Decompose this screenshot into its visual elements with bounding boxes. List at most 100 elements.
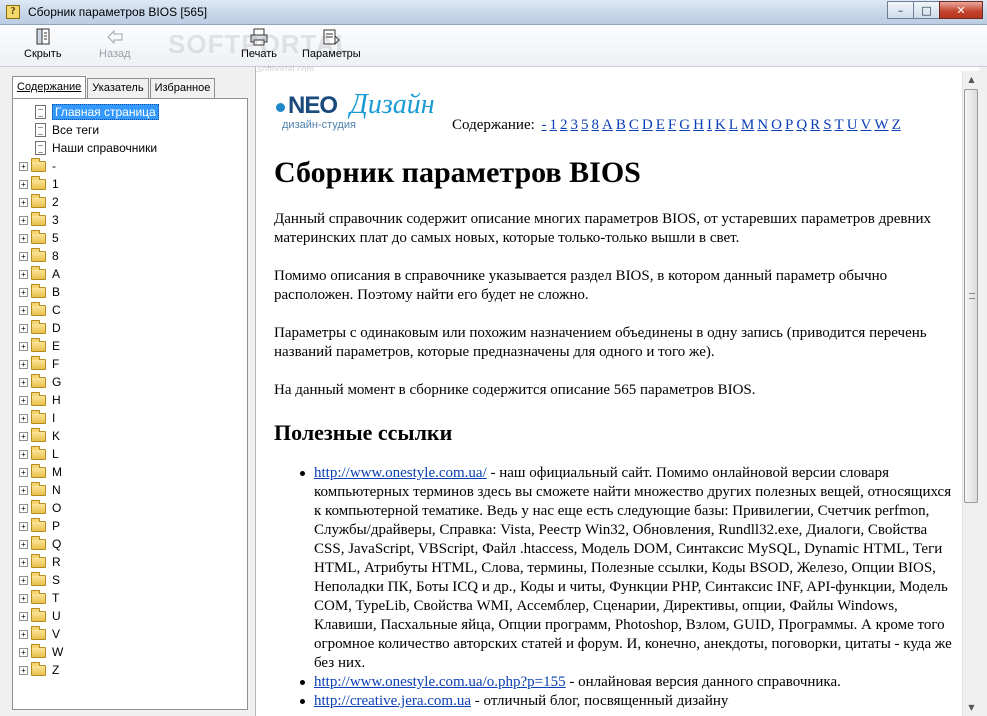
tree-folder-item[interactable]: + C bbox=[17, 301, 159, 319]
expand-plus-icon[interactable]: + bbox=[19, 503, 28, 513]
contents-index-link[interactable]: V bbox=[861, 117, 872, 133]
contents-index-link[interactable]: 1 bbox=[550, 117, 558, 133]
contents-index-link[interactable]: F bbox=[668, 117, 676, 133]
tree-folder-item[interactable]: + Q bbox=[17, 535, 159, 553]
contents-index-link[interactable]: B bbox=[616, 117, 626, 133]
expand-plus-icon[interactable]: + bbox=[19, 287, 28, 297]
expand-plus-icon[interactable]: + bbox=[19, 485, 28, 495]
tree-folder-item[interactable]: + K bbox=[17, 427, 159, 445]
expand-plus-icon[interactable]: + bbox=[19, 269, 28, 279]
expand-plus-icon[interactable]: + bbox=[19, 467, 28, 477]
tree-page-item[interactable]: Главная страница bbox=[17, 103, 159, 121]
contents-index-link[interactable]: G bbox=[679, 117, 690, 133]
expand-plus-icon[interactable]: + bbox=[19, 521, 28, 531]
contents-index-link[interactable]: L bbox=[729, 117, 738, 133]
expand-plus-icon[interactable]: + bbox=[19, 161, 28, 171]
content-scrollbar[interactable]: ▲ ▼ bbox=[962, 71, 979, 716]
expand-plus-icon[interactable]: + bbox=[19, 395, 28, 405]
scroll-thumb[interactable] bbox=[964, 89, 978, 503]
expand-plus-icon[interactable]: + bbox=[19, 629, 28, 639]
expand-plus-icon[interactable]: + bbox=[19, 665, 28, 675]
contents-index-link[interactable]: I bbox=[707, 117, 712, 133]
expand-plus-icon[interactable]: + bbox=[19, 305, 28, 315]
tree-page-item[interactable]: Наши справочники bbox=[17, 139, 159, 157]
contents-index-link[interactable]: R bbox=[810, 117, 820, 133]
tree-folder-item[interactable]: + U bbox=[17, 607, 159, 625]
expand-plus-icon[interactable]: + bbox=[19, 179, 28, 189]
tree-folder-item[interactable]: + O bbox=[17, 499, 159, 517]
tree-folder-item[interactable]: + E bbox=[17, 337, 159, 355]
expand-plus-icon[interactable]: + bbox=[19, 377, 28, 387]
contents-index-link[interactable]: N bbox=[757, 117, 768, 133]
expand-plus-icon[interactable]: + bbox=[19, 359, 28, 369]
tree-folder-item[interactable]: +2 bbox=[17, 193, 159, 211]
tab-contents[interactable]: Содержание bbox=[12, 76, 87, 98]
tree-folder-item[interactable]: + W bbox=[17, 643, 159, 661]
contents-index-link[interactable]: 5 bbox=[581, 117, 589, 133]
expand-plus-icon[interactable]: + bbox=[19, 251, 28, 261]
expand-plus-icon[interactable]: + bbox=[19, 323, 28, 333]
tree-folder-item[interactable]: + F bbox=[17, 355, 159, 373]
contents-index-link[interactable]: S bbox=[823, 117, 831, 133]
contents-index-link[interactable]: K bbox=[715, 117, 726, 133]
contents-index-link[interactable]: Z bbox=[892, 117, 901, 133]
contents-index-link[interactable]: 8 bbox=[592, 117, 600, 133]
contents-index-link[interactable]: O bbox=[771, 117, 782, 133]
contents-index-link[interactable]: A bbox=[602, 117, 613, 133]
tree-folder-item[interactable]: + N bbox=[17, 481, 159, 499]
contents-index-link[interactable]: C bbox=[629, 117, 639, 133]
maximize-button[interactable]: □ bbox=[913, 1, 940, 19]
tab-index[interactable]: Указатель bbox=[87, 78, 149, 98]
tree-folder-item[interactable]: + T bbox=[17, 589, 159, 607]
contents-index-link[interactable]: - bbox=[542, 117, 547, 133]
tree-folder-item[interactable]: + A bbox=[17, 265, 159, 283]
link-creative-blog[interactable]: http://creative.jera.com.ua bbox=[314, 693, 471, 709]
expand-plus-icon[interactable]: + bbox=[19, 413, 28, 423]
scroll-up-arrow-icon[interactable]: ▲ bbox=[963, 71, 980, 88]
neo-design-logo[interactable]: NEO Дизайн дизайн-студия bbox=[276, 89, 456, 133]
tree-folder-item[interactable]: + B bbox=[17, 283, 159, 301]
expand-plus-icon[interactable]: + bbox=[19, 611, 28, 621]
back-button[interactable]: Назад bbox=[99, 28, 131, 66]
tree-folder-item[interactable]: + Z bbox=[17, 661, 159, 679]
contents-index-link[interactable]: W bbox=[874, 117, 888, 133]
contents-index-link[interactable]: 3 bbox=[571, 117, 579, 133]
contents-index-link[interactable]: E bbox=[656, 117, 665, 133]
tree-folder-item[interactable]: + M bbox=[17, 463, 159, 481]
tree-folder-item[interactable]: +1 bbox=[17, 175, 159, 193]
tree-folder-item[interactable]: + L bbox=[17, 445, 159, 463]
minimize-button[interactable]: – bbox=[887, 1, 914, 19]
contents-index-link[interactable]: P bbox=[785, 117, 793, 133]
contents-index-link[interactable]: Q bbox=[796, 117, 807, 133]
tree-folder-item[interactable]: + D bbox=[17, 319, 159, 337]
expand-plus-icon[interactable]: + bbox=[19, 341, 28, 351]
expand-plus-icon[interactable]: + bbox=[19, 647, 28, 657]
expand-plus-icon[interactable]: + bbox=[19, 575, 28, 585]
contents-index-link[interactable]: U bbox=[847, 117, 858, 133]
tree-page-item[interactable]: Все теги bbox=[17, 121, 159, 139]
tree-folder-item[interactable]: +3 bbox=[17, 211, 159, 229]
expand-plus-icon[interactable]: + bbox=[19, 233, 28, 243]
tree-folder-item[interactable]: + H bbox=[17, 391, 159, 409]
contents-index-link[interactable]: T bbox=[835, 117, 844, 133]
tree-folder-item[interactable]: + G bbox=[17, 373, 159, 391]
tree-folder-item[interactable]: + R bbox=[17, 553, 159, 571]
contents-index-link[interactable]: H bbox=[693, 117, 704, 133]
expand-plus-icon[interactable]: + bbox=[19, 215, 28, 225]
tree-folder-item[interactable]: +5 bbox=[17, 229, 159, 247]
contents-index-link[interactable]: M bbox=[741, 117, 754, 133]
scroll-down-arrow-icon[interactable]: ▼ bbox=[963, 699, 980, 716]
close-button[interactable]: ✕ bbox=[939, 1, 983, 19]
tree-folder-item[interactable]: +8 bbox=[17, 247, 159, 265]
tree-folder-item[interactable]: + - bbox=[17, 157, 159, 175]
expand-plus-icon[interactable]: + bbox=[19, 593, 28, 603]
contents-index-link[interactable]: D bbox=[642, 117, 653, 133]
contents-index-link[interactable]: 2 bbox=[560, 117, 568, 133]
hide-button[interactable]: Скрыть bbox=[24, 28, 62, 66]
link-onestyle[interactable]: http://www.onestyle.com.ua/ bbox=[314, 465, 487, 481]
tree-folder-item[interactable]: + I bbox=[17, 409, 159, 427]
tree-folder-item[interactable]: + P bbox=[17, 517, 159, 535]
expand-plus-icon[interactable]: + bbox=[19, 557, 28, 567]
tree-folder-item[interactable]: + V bbox=[17, 625, 159, 643]
link-online-version[interactable]: http://www.onestyle.com.ua/o.php?p=155 bbox=[314, 674, 566, 690]
